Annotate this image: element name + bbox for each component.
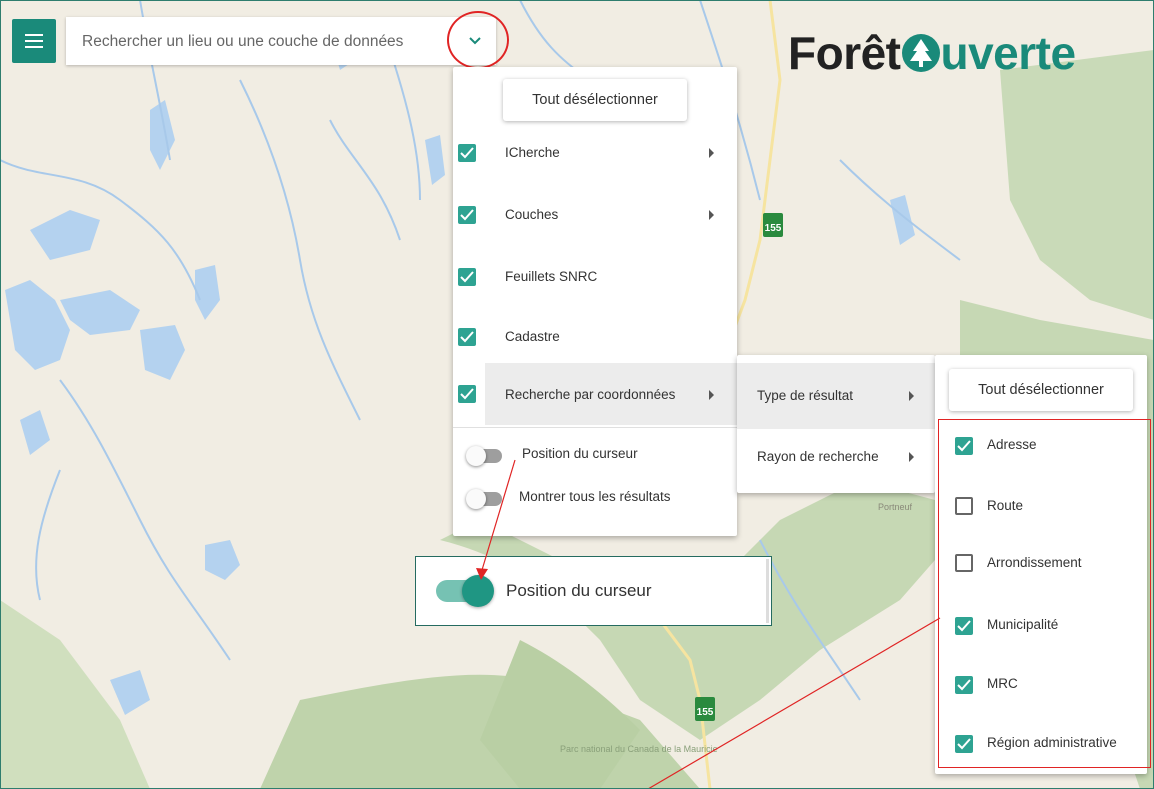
route-shield-155-south: 155 — [697, 707, 714, 718]
menu-item-label: Recherche par coordonnées — [505, 387, 676, 402]
menu-item-cadastre[interactable]: Cadastre — [453, 307, 737, 371]
toggle-label: Position du curseur — [522, 446, 638, 461]
main-menu-button[interactable] — [12, 19, 56, 63]
toggle-label: Montrer tous les résultats — [519, 489, 671, 504]
menu-item-feuillets-snrc[interactable]: Feuillets SNRC — [453, 247, 737, 311]
check-icon — [460, 271, 474, 283]
toggle-knob — [462, 575, 494, 607]
deselect-all-button[interactable]: Tout désélectionner — [949, 369, 1133, 411]
checkbox-icherche[interactable] — [458, 144, 476, 162]
toggle-label: Position du curseur — [506, 581, 652, 600]
foret-ouverte-logo: Forêt uverte — [788, 26, 1076, 80]
check-icon — [460, 147, 474, 159]
submenu-arrow-icon — [709, 390, 714, 400]
menu-item-recherche-coordonnees[interactable]: Recherche par coordonnées — [453, 363, 737, 425]
menu-item-label: Rayon de recherche — [757, 449, 879, 464]
logo-text-part1: Forêt — [788, 27, 901, 79]
annotation-rectangle — [938, 419, 1151, 768]
check-icon — [460, 209, 474, 221]
menu-item-rayon-recherche[interactable]: Rayon de recherche — [737, 429, 935, 489]
route-shield-155: 155 — [765, 223, 782, 234]
tree-icon — [901, 34, 940, 72]
menu-item-label: Cadastre — [505, 329, 560, 344]
hamburger-icon — [25, 34, 43, 48]
toggle-knob — [466, 446, 486, 466]
menu-item-couches[interactable]: Couches — [453, 185, 737, 249]
toggle-knob — [466, 489, 486, 509]
checkbox-feuillets-snrc[interactable] — [458, 268, 476, 286]
submenu-arrow-icon — [909, 391, 914, 401]
submenu-arrow-icon — [709, 148, 714, 158]
search-bar — [66, 17, 496, 67]
deselect-all-button[interactable]: Tout désélectionner — [503, 79, 687, 121]
menu-divider — [453, 427, 737, 428]
zoom-callout: Position du curseur — [415, 556, 772, 626]
toggle-position-curseur[interactable]: Position du curseur — [453, 439, 737, 469]
menu-item-label: Type de résultat — [757, 388, 854, 403]
toggle-position-curseur-zoom[interactable]: Position du curseur — [436, 575, 756, 609]
menu-item-label: Feuillets SNRC — [505, 269, 598, 284]
check-icon — [460, 331, 474, 343]
checkbox-recherche-coordonnees[interactable] — [458, 385, 476, 403]
submenu-arrow-icon — [909, 452, 914, 462]
submenu-arrow-icon — [709, 210, 714, 220]
logo-text-part2: uverte — [940, 27, 1077, 79]
menu-item-label: Couches — [505, 207, 559, 222]
checkbox-couches[interactable] — [458, 206, 476, 224]
toggle-montrer-tous-resultats[interactable]: Montrer tous les résultats — [453, 482, 737, 512]
menu-item-label: ICherche — [505, 145, 560, 160]
menu-item-type-resultat[interactable]: Type de résultat — [737, 363, 935, 429]
menu-item-icherche[interactable]: ICherche — [453, 121, 737, 185]
annotation-circle — [447, 11, 509, 69]
coordinate-search-submenu: Type de résultat Rayon de recherche — [737, 355, 935, 493]
search-sources-menu: Tout désélectionner ICherche Couches Feu… — [453, 67, 737, 536]
checkbox-cadastre[interactable] — [458, 328, 476, 346]
search-input[interactable] — [80, 17, 454, 67]
place-label-portneuf: Portneuf — [878, 502, 913, 512]
check-icon — [460, 388, 474, 400]
park-label: Parc national du Canada de la Mauricie — [560, 744, 718, 754]
